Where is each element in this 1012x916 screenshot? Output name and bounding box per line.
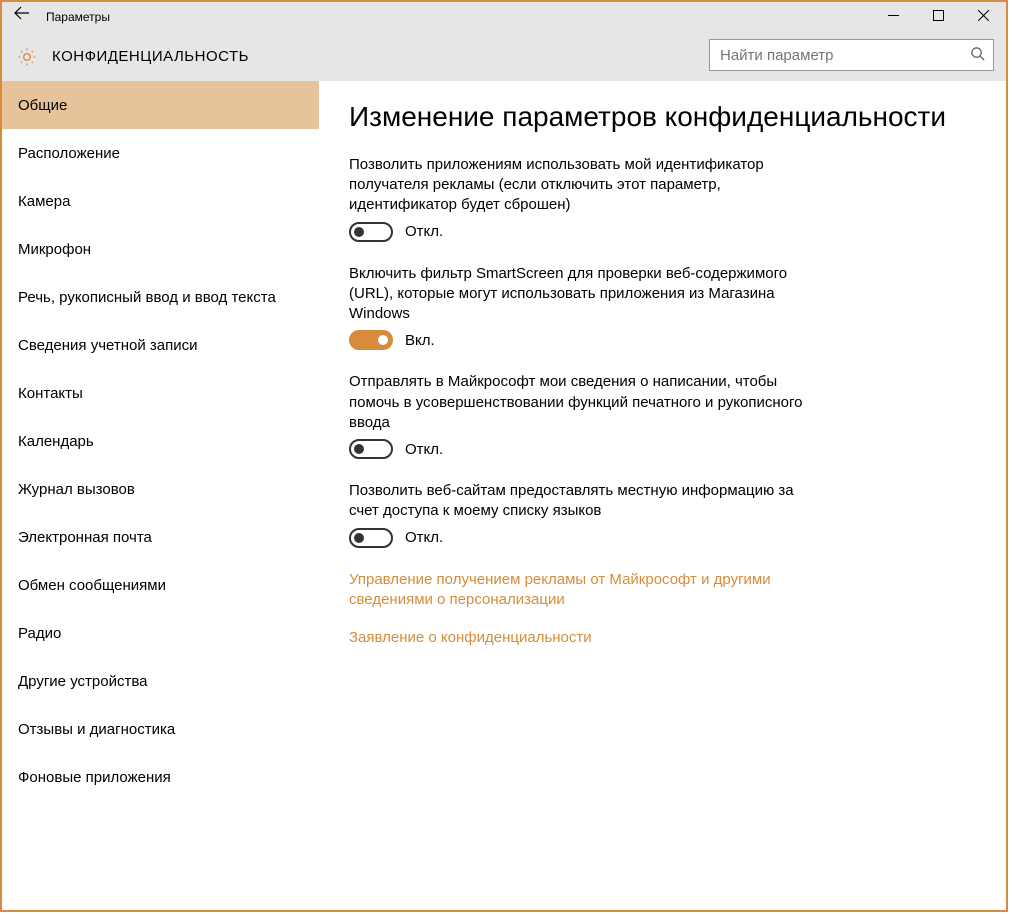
page-heading: Изменение параметров конфиденциальности (349, 99, 966, 135)
link[interactable]: Заявление о конфиденциальности (349, 628, 809, 648)
content: Изменение параметров конфиденциальности … (319, 81, 1006, 910)
toggle-switch[interactable] (349, 330, 393, 350)
title-bar: Параметры (2, 2, 1006, 32)
close-button[interactable] (961, 2, 1006, 32)
setting-description: Позволить веб-сайтам предоставлять местн… (349, 481, 809, 522)
toggle-row: Откл. (349, 439, 966, 459)
sidebar-item-label: Сведения учетной записи (18, 337, 198, 354)
window-title: Параметры (42, 10, 110, 24)
sidebar-item[interactable]: Другие устройства (2, 657, 319, 705)
sidebar-item[interactable]: Фоновые приложения (2, 753, 319, 801)
setting-description: Позволить приложениям использовать мой и… (349, 155, 809, 216)
toggle-row: Вкл. (349, 330, 966, 350)
sidebar-item[interactable]: Радио (2, 609, 319, 657)
setting-description: Включить фильтр SmartScreen для проверки… (349, 264, 809, 325)
sidebar-item[interactable]: Общие (2, 81, 319, 129)
sidebar-item[interactable]: Микрофон (2, 225, 319, 273)
minimize-button[interactable] (871, 2, 916, 32)
sidebar-item-label: Календарь (18, 433, 94, 450)
link[interactable]: Управление получением рекламы от Майкрос… (349, 570, 809, 611)
toggle-row: Откл. (349, 528, 966, 548)
search-icon[interactable] (961, 46, 993, 65)
toggle-switch[interactable] (349, 222, 393, 242)
sidebar-item[interactable]: Журнал вызовов (2, 465, 319, 513)
sidebar-item-label: Речь, рукописный ввод и ввод текста (18, 289, 276, 306)
sidebar-item-label: Расположение (18, 145, 120, 162)
sidebar-item-label: Фоновые приложения (18, 769, 171, 786)
setting-description: Отправлять в Майкрософт мои сведения о н… (349, 372, 809, 433)
sidebar-item-label: Радио (18, 625, 61, 642)
header: КОНФИДЕНЦИАЛЬНОСТЬ (2, 32, 1006, 81)
sidebar-item-label: Контакты (18, 385, 83, 402)
sidebar-item[interactable]: Сведения учетной записи (2, 321, 319, 369)
sidebar-item-label: Другие устройства (18, 673, 147, 690)
search-input[interactable] (710, 47, 961, 64)
back-button[interactable] (2, 2, 42, 32)
settings-window: Параметры КОНФИДЕНЦИАЛЬНОСТЬ Общие Распол… (0, 0, 1008, 912)
sidebar-item[interactable]: Отзывы и диагностика (2, 705, 319, 753)
toggle-switch[interactable] (349, 528, 393, 548)
sidebar-item[interactable]: Камера (2, 177, 319, 225)
sidebar-item[interactable]: Электронная почта (2, 513, 319, 561)
gear-icon (2, 47, 52, 67)
toggle-state-label: Откл. (405, 441, 443, 458)
toggle-state-label: Откл. (405, 223, 443, 240)
category-title: КОНФИДЕНЦИАЛЬНОСТЬ (52, 48, 249, 65)
toggle-switch[interactable] (349, 439, 393, 459)
sidebar-item-label: Камера (18, 193, 70, 210)
search-box[interactable] (709, 39, 994, 71)
toggle-row: Откл. (349, 222, 966, 242)
toggle-state-label: Откл. (405, 529, 443, 546)
sidebar-item[interactable]: Расположение (2, 129, 319, 177)
toggle-state-label: Вкл. (405, 332, 435, 349)
maximize-button[interactable] (916, 2, 961, 32)
sidebar-item[interactable]: Обмен сообщениями (2, 561, 319, 609)
body: Общие Расположение Камера Микрофон Речь, рук… (2, 81, 1006, 910)
sidebar-item[interactable]: Календарь (2, 417, 319, 465)
sidebar-item-label: Микрофон (18, 241, 91, 258)
sidebar: Общие Расположение Камера Микрофон Речь, рук… (2, 81, 319, 910)
sidebar-item-label: Отзывы и диагностика (18, 721, 175, 738)
sidebar-item[interactable]: Контакты (2, 369, 319, 417)
sidebar-item[interactable]: Речь, рукописный ввод и ввод текста (2, 273, 319, 321)
sidebar-item-label: Журнал вызовов (18, 481, 135, 498)
sidebar-item-label: Общие (18, 97, 67, 114)
sidebar-item-label: Обмен сообщениями (18, 577, 166, 594)
sidebar-item-label: Электронная почта (18, 529, 152, 546)
